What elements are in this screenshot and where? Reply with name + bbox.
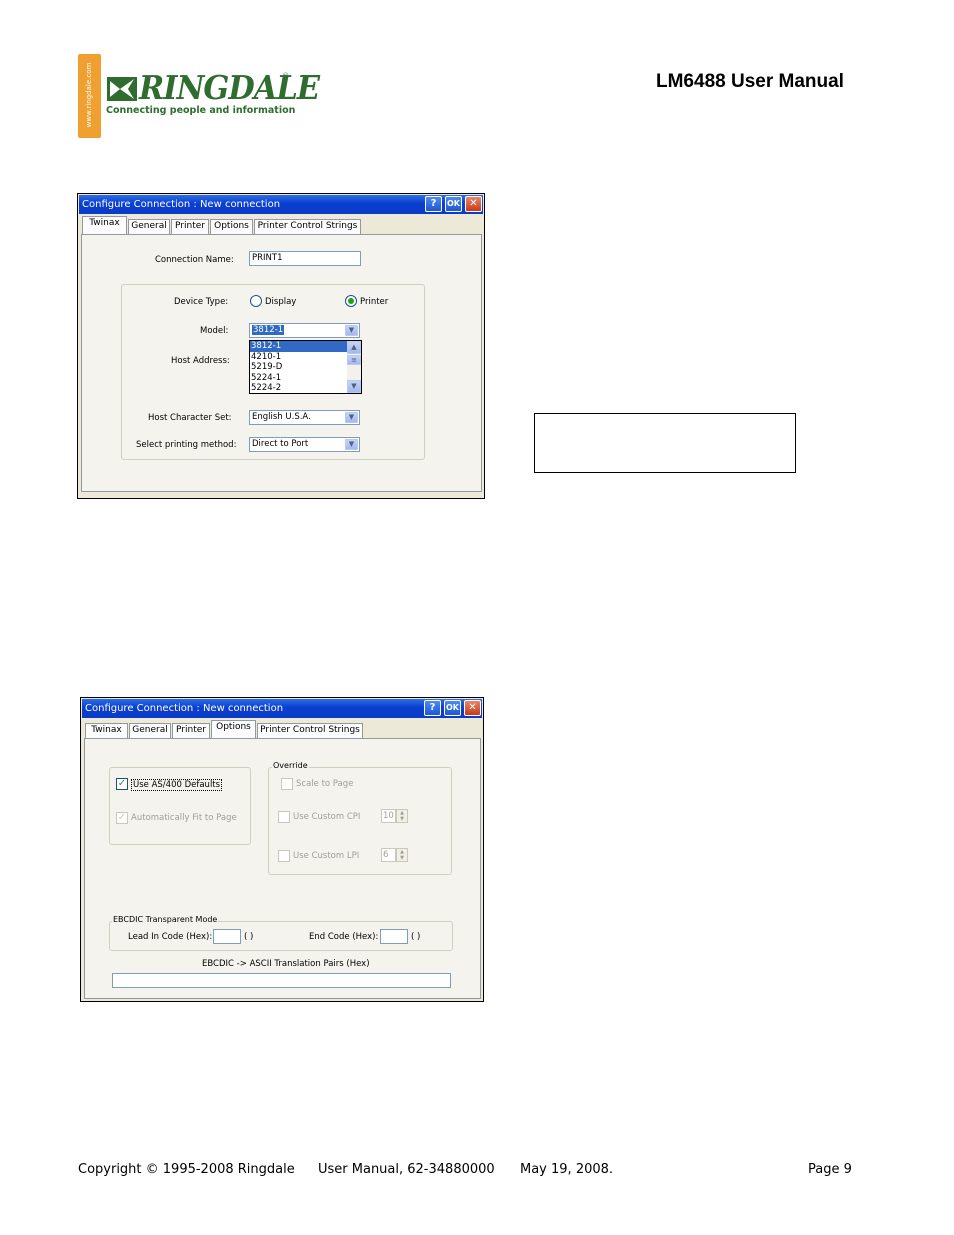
list-item[interactable]: 3812-1 <box>250 341 361 352</box>
help-button[interactable]: ? <box>424 700 441 716</box>
chevron-down-icon[interactable]: ▼ <box>345 412 358 423</box>
connection-name-input[interactable]: PRINT1 <box>249 251 361 266</box>
use-custom-lpi-checkbox[interactable] <box>278 850 290 862</box>
use-custom-cpi-label: Use Custom CPI <box>293 812 361 822</box>
close-button[interactable]: ✕ <box>464 700 481 716</box>
dialog-titlebar: Configure Connection : New connection <box>79 195 483 214</box>
model-selected-value: 3812-1 <box>252 325 285 335</box>
end-code-input[interactable] <box>380 929 408 944</box>
listbox-scrollbar[interactable]: ▲ ≡ ▼ <box>347 341 361 393</box>
device-type-display-radio[interactable] <box>250 295 262 307</box>
configure-connection-dialog-options: Configure Connection : New connection ? … <box>80 697 484 1002</box>
ok-button[interactable]: OK <box>444 700 461 716</box>
logo-name: RINGDALE <box>139 68 320 107</box>
dialog-titlebar: Configure Connection : New connection <box>82 699 482 718</box>
model-dropdown[interactable]: 3812-1 ▼ <box>249 323 360 338</box>
spin-down-icon[interactable]: ▼ <box>397 816 407 822</box>
override-group-label: Override <box>272 761 309 770</box>
footer-copyright: Copyright © 1995-2008 Ringdale <box>78 1162 295 1177</box>
tab-options[interactable]: Options <box>211 720 256 738</box>
chevron-down-icon[interactable]: ▼ <box>345 439 358 450</box>
lead-in-code-parens: ( ) <box>244 932 254 942</box>
model-label: Model: <box>200 326 229 336</box>
scroll-thumb[interactable]: ≡ <box>347 355 361 365</box>
list-item[interactable]: 5224-2 <box>250 383 361 393</box>
tab-printer[interactable]: Printer <box>172 723 210 738</box>
host-charset-value: English U.S.A. <box>252 412 311 422</box>
print-method-dropdown[interactable]: Direct to Port ▼ <box>249 437 360 452</box>
auto-fit-label: Automatically Fit to Page <box>131 813 237 823</box>
chevron-down-icon[interactable]: ▼ <box>345 325 358 336</box>
footer-page-number: Page 9 <box>808 1162 852 1177</box>
tab-printer[interactable]: Printer <box>171 219 209 234</box>
manual-title: LM6488 User Manual <box>656 71 844 92</box>
callout-box <box>534 413 796 473</box>
tab-panel: ✓ Use AS/400 Defaults ✓ Automatically Fi… <box>84 738 481 999</box>
scale-to-page-checkbox[interactable] <box>281 778 293 790</box>
footer-date: May 19, 2008. <box>520 1162 614 1177</box>
close-button[interactable]: ✕ <box>465 196 482 212</box>
lpi-spinner-input[interactable]: 6 <box>381 848 396 862</box>
dialog-title: Configure Connection : New connection <box>82 199 281 210</box>
translation-pairs-input[interactable] <box>112 973 451 988</box>
help-button[interactable]: ? <box>425 196 442 212</box>
use-custom-lpi-label: Use Custom LPI <box>293 851 360 861</box>
cpi-spinner-buttons[interactable]: ▲ ▼ <box>396 809 408 823</box>
print-method-value: Direct to Port <box>252 439 309 449</box>
tab-general[interactable]: General <box>129 723 171 738</box>
list-item[interactable]: 5224-1 <box>250 373 361 384</box>
logo-side-bar: www.ringdale.com <box>78 54 101 138</box>
logo-tagline: Connecting people and information <box>106 105 296 116</box>
auto-fit-checkbox[interactable]: ✓ <box>116 812 128 824</box>
tab-general[interactable]: General <box>128 219 170 234</box>
tab-panel: Connection Name: PRINT1 Device Type: Dis… <box>81 234 482 492</box>
end-code-label: End Code (Hex): <box>309 932 379 942</box>
tab-printer-control-strings[interactable]: Printer Control Strings <box>257 723 363 738</box>
tab-twinax[interactable]: Twinax <box>85 723 128 738</box>
scroll-down-icon[interactable]: ▼ <box>347 380 361 393</box>
tab-options[interactable]: Options <box>210 219 253 234</box>
logo-url-text: www.ringdale.com <box>85 62 93 128</box>
use-as400-defaults-checkbox[interactable]: ✓ <box>116 778 128 790</box>
host-address-label: Host Address: <box>171 356 230 366</box>
use-custom-cpi-checkbox[interactable] <box>278 811 290 823</box>
host-charset-label: Host Character Set: <box>148 413 232 423</box>
logo-registered-mark: ® <box>282 72 289 80</box>
connection-name-label: Connection Name: <box>155 255 234 265</box>
list-item[interactable]: 4210-1 <box>250 352 361 363</box>
translation-pairs-label: EBCDIC -> ASCII Translation Pairs (Hex) <box>202 959 370 969</box>
spin-down-icon[interactable]: ▼ <box>397 855 407 861</box>
list-item[interactable]: 5219-D <box>250 362 361 373</box>
dialog-title: Configure Connection : New connection <box>85 703 284 714</box>
device-type-printer-label: Printer <box>360 297 389 307</box>
cpi-spinner-input[interactable]: 10 <box>381 809 396 823</box>
device-type-display-label: Display <box>265 297 297 307</box>
end-code-parens: ( ) <box>411 932 421 942</box>
footer-doc-id: User Manual, 62-34880000 <box>318 1162 495 1177</box>
device-type-label: Device Type: <box>174 297 229 307</box>
ebcdic-group-label: EBCDIC Transparent Mode <box>112 915 219 924</box>
tab-printer-control-strings[interactable]: Printer Control Strings <box>254 219 361 234</box>
tab-twinax[interactable]: Twinax <box>82 216 127 234</box>
use-as400-defaults-label: Use AS/400 Defaults <box>131 779 223 791</box>
host-charset-dropdown[interactable]: English U.S.A. ▼ <box>249 410 360 425</box>
configure-connection-dialog-twinax: Configure Connection : New connection ? … <box>77 193 485 499</box>
ringdale-logo-mark-icon <box>107 77 137 101</box>
scale-to-page-label: Scale to Page <box>296 779 354 789</box>
lpi-spinner-buttons[interactable]: ▲ ▼ <box>396 848 408 862</box>
device-type-printer-radio[interactable] <box>345 295 357 307</box>
ok-button[interactable]: OK <box>445 196 462 212</box>
scroll-up-icon[interactable]: ▲ <box>347 341 361 354</box>
lead-in-code-label: Lead In Code (Hex): <box>128 932 213 942</box>
lead-in-code-input[interactable] <box>213 929 241 944</box>
model-listbox[interactable]: 3812-1 4210-1 5219-D 5224-1 5224-2 ▲ ≡ ▼ <box>249 340 362 394</box>
print-method-label: Select printing method: <box>136 440 237 450</box>
